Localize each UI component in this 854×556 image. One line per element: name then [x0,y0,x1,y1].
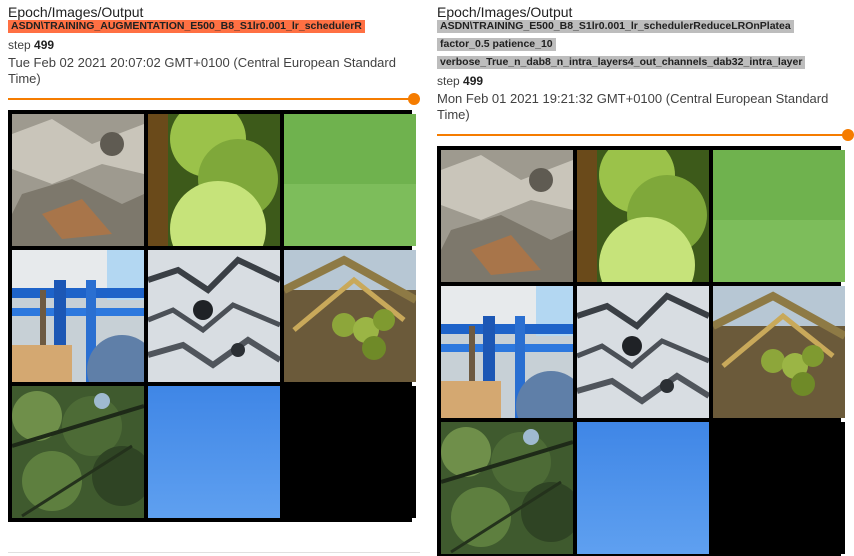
palm-coconuts-image [284,250,416,382]
card-title: Epoch/Images/Output [437,4,573,20]
run-tag-line-3: verbose_True_n_dab8_n_intra_layers4_out_… [437,56,806,69]
step-value: 499 [34,38,55,52]
tree-foliage-image [12,386,144,518]
palm-coconuts-image [713,286,845,418]
card-divider [8,552,420,553]
step-slider[interactable] [8,92,420,106]
run-tag: ASDN\TRAINING_AUGMENTATION_E500_B8_S1lr0… [8,20,365,33]
image-card-left: Epoch/Images/Output ASDN\TRAINING_AUGMEN… [8,0,420,556]
step-label-row: step 499 [8,38,420,52]
slider-thumb[interactable] [408,93,420,105]
slider-thumb[interactable] [842,129,854,141]
image-grid [8,110,416,522]
run-tag-line-2: factor_0.5 patience_10 [437,38,556,51]
step-slider[interactable] [437,128,854,142]
green-fruit-image [577,150,709,282]
image-card-right: Epoch/Images/Output ASDN\TRAINING_E500_B… [437,0,854,556]
black-empty-image [284,386,416,518]
green-fruit-image [148,114,280,246]
step-label: step [8,38,31,52]
slider-track [8,98,413,100]
step-label-row: step 499 [437,74,854,88]
blue-railing-image [12,250,144,382]
image-grid [437,146,845,556]
blue-railing-image [441,286,573,418]
slider-track [437,134,847,136]
blue-sky-image [577,422,709,554]
tree-foliage-image [441,422,573,554]
green-blur-image [713,150,845,282]
timestamp: Tue Feb 02 2021 20:07:02 GMT+0100 (Centr… [8,55,396,86]
rock-texture-image [441,150,573,282]
blue-sky-image [148,386,280,518]
speckled-texture-image [577,286,709,418]
step-value: 499 [463,74,484,88]
speckled-texture-image [148,250,280,382]
step-label: step [437,74,460,88]
timestamp: Mon Feb 01 2021 19:21:32 GMT+0100 (Centr… [437,91,829,122]
run-tag-line-1: ASDN\TRAINING_E500_B8_S1lr0.001_lr_sched… [437,20,794,33]
black-empty-image [713,422,845,554]
rock-texture-image [12,114,144,246]
card-title: Epoch/Images/Output [8,4,144,20]
green-blur-image [284,114,416,246]
